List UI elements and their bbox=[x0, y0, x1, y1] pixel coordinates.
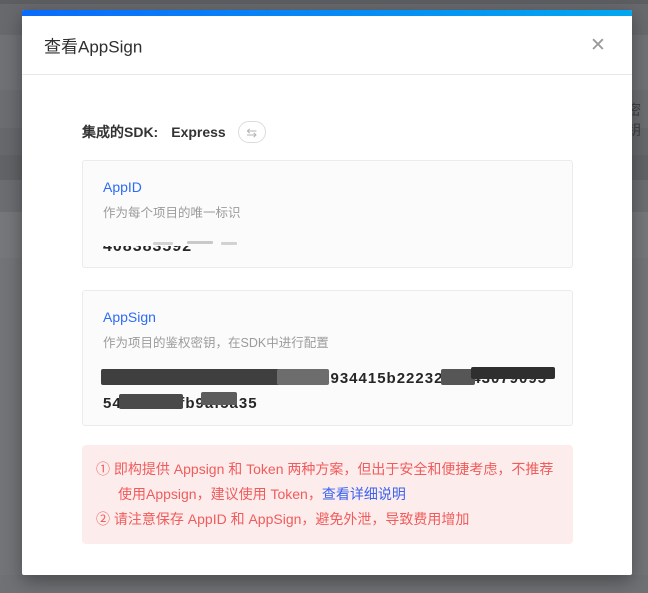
notice-text-2: 请注意保存 AppID 和 AppSign，避免外泄，导致费用增加 bbox=[110, 511, 469, 527]
redaction-whiteout bbox=[99, 233, 264, 246]
redaction-bar bbox=[101, 369, 281, 385]
dialog-title: 查看AppSign bbox=[44, 33, 142, 58]
appsign-description: 作为项目的鉴权密钥，在SDK中进行配置 bbox=[103, 332, 552, 351]
dialog-header: 查看AppSign ✕ bbox=[22, 16, 632, 75]
notice-item-1: ① 即构提供 Appsign 和 Token 两种方案，但出于安全和便捷考虑，不… bbox=[96, 457, 559, 507]
integrated-sdk-row: 集成的SDK: Express ⇆ bbox=[82, 121, 573, 143]
redaction-bar bbox=[201, 392, 237, 405]
view-details-link[interactable]: 查看详细说明 bbox=[322, 486, 406, 502]
swap-icon: ⇆ bbox=[246, 125, 257, 140]
notice-marker-1: ① bbox=[96, 461, 110, 477]
sdk-name: Express bbox=[171, 124, 225, 140]
notice-marker-2: ② bbox=[96, 511, 110, 527]
close-icon[interactable]: ✕ bbox=[586, 34, 610, 58]
appid-value: 408383592 bbox=[103, 236, 552, 258]
view-appsign-dialog: 查看AppSign ✕ 集成的SDK: Express ⇆ AppID 作为每个… bbox=[22, 10, 632, 575]
dialog-body: 集成的SDK: Express ⇆ AppID 作为每个项目的唯一标识 4083… bbox=[22, 75, 632, 544]
notice-item-2: ② 请注意保存 AppID 和 AppSign，避免外泄，导致费用增加 bbox=[96, 507, 559, 532]
appid-label: AppID bbox=[103, 179, 552, 195]
background-band bbox=[0, 575, 648, 593]
appid-description: 作为每个项目的唯一标识 bbox=[103, 202, 552, 221]
redaction-bar bbox=[277, 369, 329, 385]
appsign-card: AppSign 作为项目的鉴权密钥，在SDK中进行配置 b9712d290dd4… bbox=[82, 290, 573, 426]
redaction-bar bbox=[119, 394, 183, 409]
switch-sdk-button[interactable]: ⇆ bbox=[238, 121, 266, 143]
redaction-bar bbox=[441, 369, 475, 385]
security-notice-box: ① 即构提供 Appsign 和 Token 两种方案，但出于安全和便捷考虑，不… bbox=[82, 445, 573, 544]
appsign-label: AppSign bbox=[103, 309, 552, 325]
sdk-row-label: 集成的SDK: bbox=[82, 122, 158, 142]
appsign-value: b9712d290dd4894802291091934415b22232c5d4… bbox=[103, 366, 552, 416]
appid-card: AppID 作为每个项目的唯一标识 408383592 bbox=[82, 160, 573, 268]
redaction-bar bbox=[471, 367, 555, 379]
redaction-smudge bbox=[221, 242, 237, 245]
redaction-smudge bbox=[153, 242, 173, 245]
redaction-smudge bbox=[187, 241, 213, 244]
